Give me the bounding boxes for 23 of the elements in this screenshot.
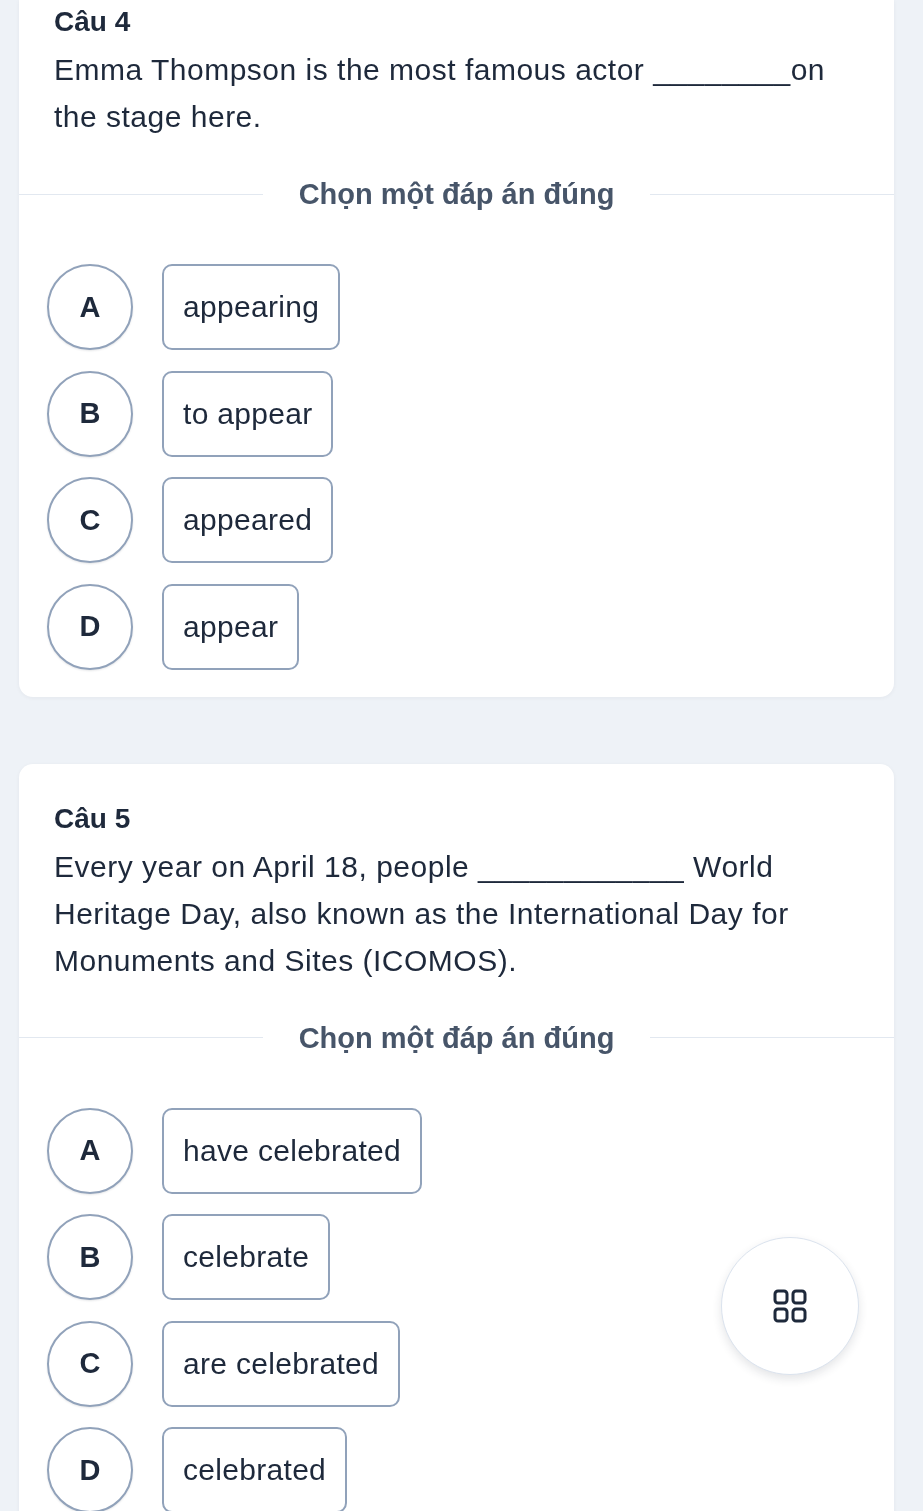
answer-option[interactable]: celebrated <box>162 1427 348 1511</box>
question-title: Câu 4 <box>54 5 131 39</box>
option-letter[interactable]: C <box>47 477 133 563</box>
answer-option[interactable]: appearing <box>162 264 341 350</box>
answer-option[interactable]: are celebrated <box>162 1320 400 1407</box>
answer-option[interactable]: have celebrated <box>162 1107 422 1194</box>
option-letter[interactable]: D <box>47 1427 133 1511</box>
answer-option[interactable]: appear <box>162 583 300 670</box>
answer-prompt: Chọn một đáp án đúng <box>297 177 616 212</box>
question-text: Emma Thompson is the most famous actor ________on the stage here. <box>54 52 826 135</box>
option-letter[interactable]: A <box>47 1107 133 1194</box>
answer-prompt: Chọn một đáp án đúng <box>297 1020 616 1056</box>
answer-option[interactable]: appeared <box>162 477 334 563</box>
option-letter[interactable]: D <box>47 583 133 670</box>
answer-option[interactable]: celebrate <box>162 1214 331 1300</box>
option-letter[interactable]: B <box>47 370 133 457</box>
question-text: Every year on April 18, people ____________ World Heritage Day, also known as the International Day for Monuments and Sites (ICOMOS). <box>54 848 790 979</box>
question-title: Câu 5 <box>54 801 131 836</box>
option-letter[interactable]: B <box>47 1214 133 1300</box>
grid-icon <box>773 1289 807 1323</box>
answer-option[interactable]: to appear <box>162 370 334 457</box>
option-letter[interactable]: C <box>47 1320 133 1407</box>
option-letter[interactable]: A <box>47 264 133 350</box>
